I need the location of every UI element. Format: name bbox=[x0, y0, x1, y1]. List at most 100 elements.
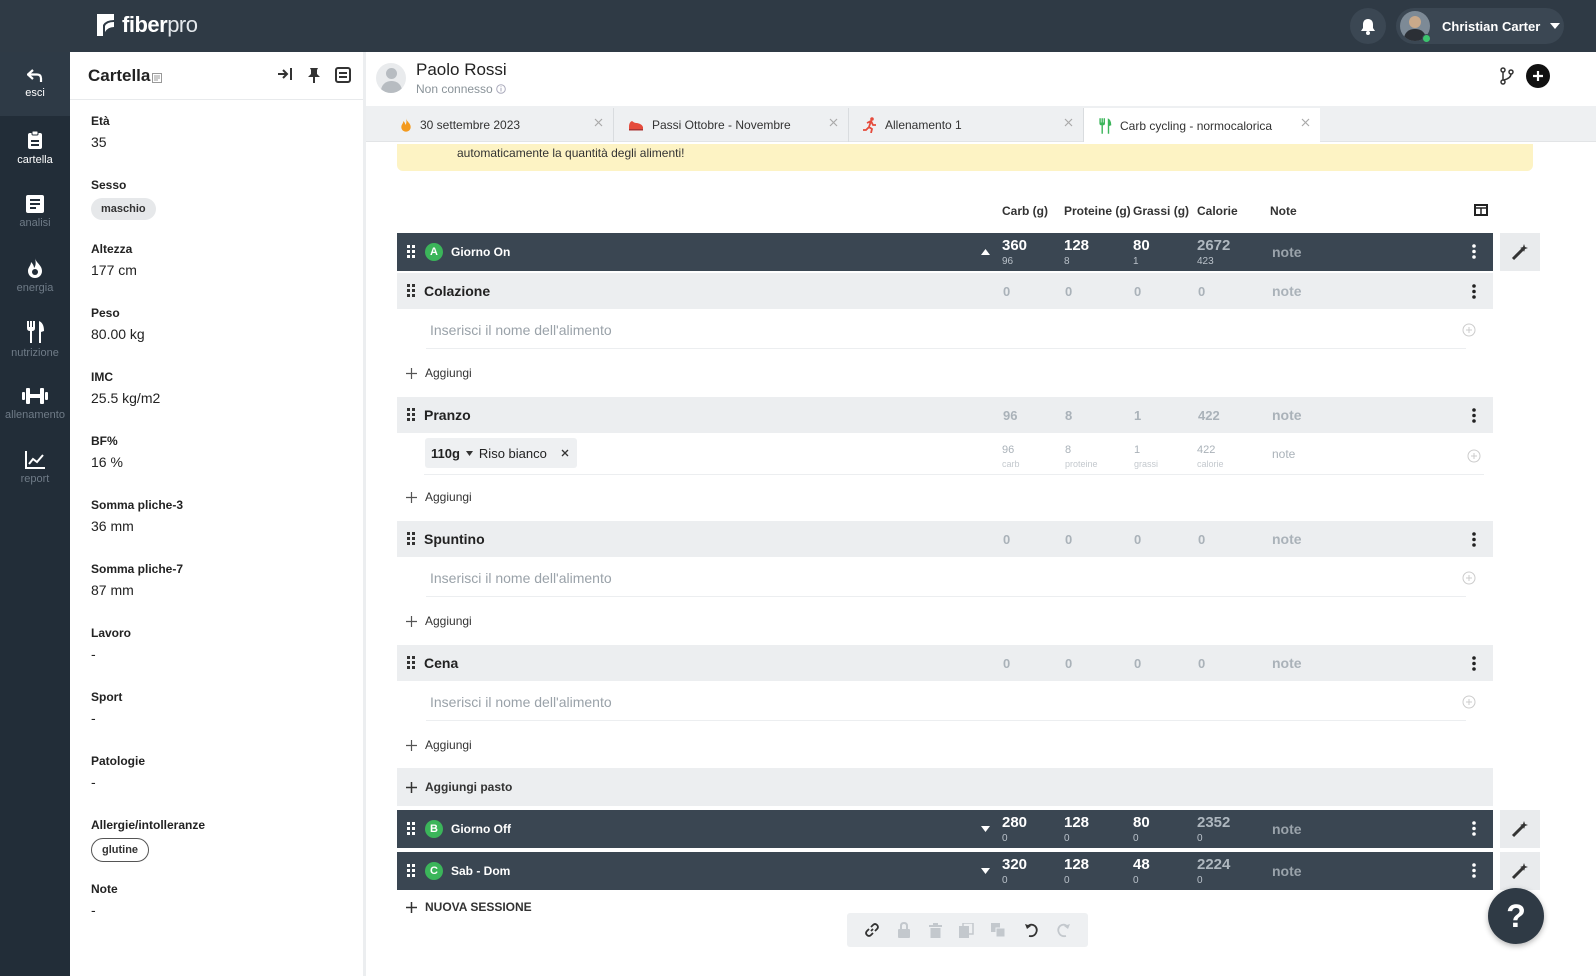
magic-wand-icon bbox=[1511, 244, 1528, 261]
nav-label: analisi bbox=[19, 217, 51, 229]
meal-row-cena[interactable]: Cena 0 0 0 0 note bbox=[397, 645, 1493, 681]
drag-handle-icon[interactable] bbox=[407, 822, 415, 835]
add-food-button[interactable]: Aggiungi bbox=[406, 490, 472, 504]
add-button[interactable] bbox=[1526, 64, 1550, 88]
redo-icon[interactable] bbox=[1056, 923, 1071, 938]
nav-item-energia[interactable]: energia bbox=[0, 244, 70, 308]
undo-icon[interactable] bbox=[1024, 923, 1039, 938]
add-meal-button[interactable]: Aggiungi pasto bbox=[397, 768, 1493, 806]
day-note[interactable]: note bbox=[1272, 244, 1302, 260]
panel-title: Cartella bbox=[88, 65, 151, 85]
add-food-button[interactable]: Aggiungi bbox=[406, 366, 472, 380]
logo[interactable]: fiberpro bbox=[94, 12, 198, 38]
col-header-carb: Carb (g) bbox=[1002, 204, 1048, 218]
new-session-button[interactable]: NUOVA SESSIONE bbox=[406, 900, 532, 914]
user-menu[interactable]: Christian Carter bbox=[1396, 8, 1564, 44]
add-circle-icon[interactable] bbox=[1462, 695, 1476, 709]
nav-item-cartella[interactable]: cartella bbox=[0, 116, 70, 180]
close-icon[interactable] bbox=[1301, 118, 1310, 127]
tab-training[interactable]: Allenamento 1 bbox=[849, 108, 1084, 142]
link-icon[interactable] bbox=[864, 922, 880, 938]
duplicate-icon[interactable] bbox=[991, 922, 1006, 938]
meal-note[interactable]: note bbox=[1272, 531, 1302, 547]
nav-item-allenamento[interactable]: allenamento bbox=[0, 372, 70, 436]
food-note[interactable]: note bbox=[1272, 447, 1295, 461]
meal-name: Pranzo bbox=[424, 407, 471, 423]
tab-steps[interactable]: Passi Ottobre - Novembre bbox=[614, 108, 849, 142]
col-header-calories: Calorie bbox=[1197, 204, 1238, 218]
edit-card-icon[interactable] bbox=[335, 67, 351, 83]
day-carb-sub: 0 bbox=[1002, 833, 1008, 844]
drag-handle-icon[interactable] bbox=[407, 284, 415, 297]
more-options-icon[interactable] bbox=[1472, 863, 1476, 878]
lock-icon[interactable] bbox=[897, 922, 911, 938]
more-options-icon[interactable] bbox=[1472, 532, 1476, 547]
close-icon[interactable] bbox=[1064, 118, 1073, 127]
more-options-icon[interactable] bbox=[1472, 656, 1476, 671]
remove-icon[interactable] bbox=[561, 449, 569, 457]
day-row-a[interactable]: A Giorno On 360 96 128 8 80 1 2672 423 n… bbox=[397, 233, 1493, 271]
magic-wand-button[interactable] bbox=[1500, 810, 1540, 848]
drag-handle-icon[interactable] bbox=[407, 532, 415, 545]
nav-item-analisi[interactable]: analisi bbox=[0, 180, 70, 244]
food-carb-unit: carb bbox=[1002, 459, 1020, 469]
nav-label: allenamento bbox=[5, 409, 65, 421]
tab-energy[interactable]: 30 settembre 2023 bbox=[386, 108, 614, 142]
food-input-row[interactable]: Inserisci il nome dell'alimento bbox=[426, 559, 1476, 597]
add-circle-icon[interactable] bbox=[1467, 449, 1481, 463]
magic-wand-button[interactable] bbox=[1500, 852, 1540, 890]
trash-icon[interactable] bbox=[928, 922, 942, 938]
chevron-up-icon[interactable] bbox=[981, 249, 990, 255]
add-food-button[interactable]: Aggiungi bbox=[406, 614, 472, 628]
drag-handle-icon[interactable] bbox=[407, 245, 415, 258]
food-search-input[interactable]: Inserisci il nome dell'alimento bbox=[430, 322, 612, 338]
day-note[interactable]: note bbox=[1272, 863, 1302, 879]
close-icon[interactable] bbox=[829, 118, 838, 127]
pin-icon[interactable] bbox=[307, 67, 321, 83]
food-input-row[interactable]: Inserisci il nome dell'alimento bbox=[426, 683, 1476, 721]
food-quantity[interactable]: 110g bbox=[431, 446, 460, 461]
meal-row-colazione[interactable]: Colazione 0 0 0 0 note bbox=[397, 273, 1493, 309]
day-row-b[interactable]: B Giorno Off 280 0 128 0 80 0 2352 0 not… bbox=[397, 810, 1493, 848]
more-options-icon[interactable] bbox=[1472, 244, 1476, 259]
day-row-c[interactable]: C Sab - Dom 320 0 128 0 48 0 2224 0 note bbox=[397, 852, 1493, 890]
caret-down-icon[interactable] bbox=[465, 450, 473, 456]
collapse-panel-icon[interactable] bbox=[277, 67, 293, 81]
nav-item-report[interactable]: report bbox=[0, 436, 70, 500]
add-circle-icon[interactable] bbox=[1462, 571, 1476, 585]
add-circle-icon[interactable] bbox=[1462, 323, 1476, 337]
chevron-down-icon[interactable] bbox=[981, 868, 990, 874]
day-carb: 320 bbox=[1002, 856, 1028, 873]
drag-handle-icon[interactable] bbox=[407, 864, 415, 877]
close-icon[interactable] bbox=[594, 118, 603, 127]
help-button[interactable]: ? bbox=[1488, 888, 1544, 944]
food-search-input[interactable]: Inserisci il nome dell'alimento bbox=[430, 570, 612, 586]
meal-row-pranzo[interactable]: Pranzo 96 8 1 422 note bbox=[397, 397, 1493, 433]
drag-handle-icon[interactable] bbox=[407, 656, 415, 669]
more-options-icon[interactable] bbox=[1472, 821, 1476, 836]
left-navigation: esci cartella analisi energia nutrizione… bbox=[0, 52, 70, 976]
meal-row-spuntino[interactable]: Spuntino 0 0 0 0 note bbox=[397, 521, 1493, 557]
field-notes: Note - bbox=[91, 882, 118, 918]
columns-layout-icon[interactable] bbox=[1474, 204, 1488, 216]
meal-note[interactable]: note bbox=[1272, 655, 1302, 671]
meal-note[interactable]: note bbox=[1272, 407, 1302, 423]
notifications-button[interactable] bbox=[1350, 8, 1386, 44]
nav-item-esci[interactable]: esci bbox=[0, 52, 70, 116]
chevron-down-icon[interactable] bbox=[981, 826, 990, 832]
magic-wand-button[interactable] bbox=[1500, 233, 1540, 271]
food-input-row[interactable]: Inserisci il nome dell'alimento bbox=[426, 311, 1476, 349]
nav-item-nutrizione[interactable]: nutrizione bbox=[0, 308, 70, 372]
branch-icon[interactable] bbox=[1500, 67, 1514, 85]
drag-handle-icon[interactable] bbox=[407, 408, 415, 421]
more-options-icon[interactable] bbox=[1472, 408, 1476, 423]
copy-icon[interactable] bbox=[958, 922, 974, 938]
tab-nutrition[interactable]: Carb cycling - normocalorica bbox=[1084, 108, 1320, 143]
meal-note[interactable]: note bbox=[1272, 283, 1302, 299]
day-fat-sub: 0 bbox=[1133, 875, 1139, 886]
more-options-icon[interactable] bbox=[1472, 284, 1476, 299]
food-chip[interactable]: 110g Riso bianco bbox=[425, 438, 577, 468]
day-note[interactable]: note bbox=[1272, 821, 1302, 837]
add-food-button[interactable]: Aggiungi bbox=[406, 738, 472, 752]
food-search-input[interactable]: Inserisci il nome dell'alimento bbox=[430, 694, 612, 710]
